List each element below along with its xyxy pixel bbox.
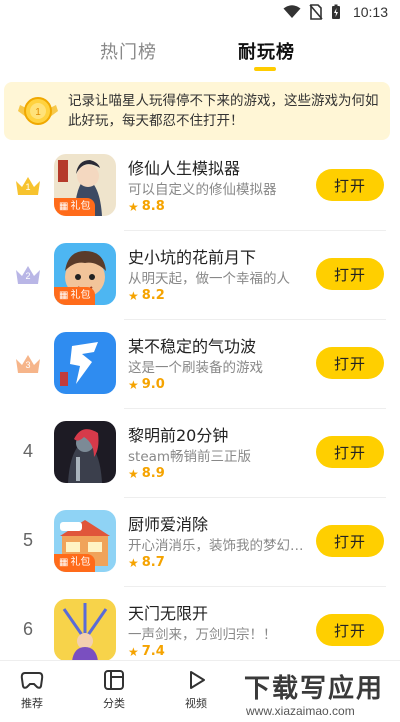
nav-recommend[interactable]: 推荐 bbox=[2, 669, 62, 711]
rank-number: 6 bbox=[22, 619, 33, 639]
gift-badge: ▦ 礼包 bbox=[54, 287, 96, 305]
game-score: ★ 7.4 bbox=[128, 644, 165, 659]
game-title: 黎明前20分钟 bbox=[128, 426, 229, 445]
ranking-tabs: 热门榜 耐玩榜 bbox=[0, 28, 400, 76]
watermark: 下载写应用 www.xiazaimao.com bbox=[244, 674, 385, 718]
svg-text:1: 1 bbox=[35, 107, 41, 118]
gift-badge: ▦ 礼包 bbox=[54, 198, 96, 216]
ranking-banner: 1 记录让喵星人玩得停不下来的游戏，这些游戏为何如此好玩，每天都忍不住打开！ bbox=[4, 82, 390, 140]
list-item[interactable]: 5 ▦ 礼包 厨师爱消除 开心消消乐，装饰我的梦幻餐厅 ★ 8.7 打开 bbox=[0, 498, 400, 587]
no-sim-icon bbox=[309, 4, 323, 20]
swords-hero-icon bbox=[54, 599, 116, 661]
game-score: ★ 8.9 bbox=[128, 466, 165, 481]
game-score: ★ 8.7 bbox=[128, 555, 165, 570]
gift-badge: ▦ 礼包 bbox=[54, 554, 96, 572]
game-title: 某不稳定的气功波 bbox=[128, 337, 257, 356]
battery-icon bbox=[331, 4, 340, 19]
active-tab-indicator bbox=[254, 67, 276, 71]
category-icon bbox=[104, 670, 124, 690]
game-icon[interactable] bbox=[54, 332, 116, 394]
nav-video[interactable]: 视频 bbox=[166, 669, 226, 711]
game-description: 一声剑来，万剑归宗！！ bbox=[128, 627, 277, 643]
game-description: 开心消消乐，装饰我的梦幻餐厅 bbox=[128, 538, 306, 554]
dark-warrior-icon bbox=[54, 421, 116, 483]
gift-icon: ▦ bbox=[59, 557, 69, 568]
gamepad-icon bbox=[20, 672, 44, 689]
open-button[interactable]: 打开 bbox=[316, 258, 384, 290]
wifi-icon bbox=[283, 5, 301, 18]
open-button[interactable]: 打开 bbox=[316, 347, 384, 379]
list-item[interactable]: 2 ▦ 礼包 史小坑的花前月下 从明天起，做一个幸福的人 ★ 8.2 打开 bbox=[0, 231, 400, 320]
game-icon[interactable] bbox=[54, 599, 116, 661]
game-title: 天门无限开 bbox=[128, 604, 209, 623]
rank-number: 5 bbox=[22, 530, 33, 550]
rank-number: 4 bbox=[22, 441, 33, 461]
banner-text: 记录让喵星人玩得停不下来的游戏，这些游戏为何如此好玩，每天都忍不住打开！ bbox=[68, 93, 379, 129]
tab-endurance-ranking[interactable]: 耐玩榜 bbox=[238, 38, 295, 64]
star-icon: ★ bbox=[128, 466, 139, 481]
clock: 10:13 bbox=[352, 4, 388, 20]
star-icon: ★ bbox=[128, 377, 139, 392]
game-icon[interactable]: ▦ 礼包 bbox=[54, 243, 116, 305]
game-score: ★ 8.8 bbox=[128, 199, 165, 214]
star-icon: ★ bbox=[128, 199, 139, 214]
silver-crown-icon: 2 bbox=[14, 264, 42, 286]
gold-crown-icon: 1 bbox=[14, 175, 42, 197]
star-icon: ★ bbox=[128, 644, 139, 659]
game-icon[interactable]: ▦ 礼包 bbox=[54, 154, 116, 216]
game-description: 可以自定义的修仙模拟器 bbox=[128, 182, 277, 198]
bronze-crown-icon: 3 bbox=[14, 353, 42, 375]
open-button[interactable]: 打开 bbox=[316, 525, 384, 557]
star-icon: ★ bbox=[128, 555, 139, 570]
tab-hot-ranking[interactable]: 热门榜 bbox=[100, 38, 157, 64]
game-score: ★ 9.0 bbox=[128, 377, 165, 392]
game-description: steam畅销前三正版 bbox=[128, 449, 252, 465]
game-title: 修仙人生模拟器 bbox=[128, 159, 241, 178]
game-icon[interactable]: ▦ 礼包 bbox=[54, 510, 116, 572]
game-score: ★ 8.2 bbox=[128, 288, 165, 303]
list-item[interactable]: 4 黎明前20分钟 steam畅销前三正版 ★ 8.9 打开 bbox=[0, 409, 400, 498]
gift-icon: ▦ bbox=[59, 201, 69, 212]
status-bar: 10:13 bbox=[0, 0, 400, 24]
medal-icon: 1 bbox=[18, 97, 58, 125]
open-button[interactable]: 打开 bbox=[316, 614, 384, 646]
wave-character-icon bbox=[54, 332, 116, 394]
game-title: 史小坑的花前月下 bbox=[128, 248, 257, 267]
open-button[interactable]: 打开 bbox=[316, 436, 384, 468]
game-icon[interactable] bbox=[54, 421, 116, 483]
list-item[interactable]: 3 某不稳定的气功波 这是一个刷装备的游戏 ★ 9.0 打开 bbox=[0, 320, 400, 409]
nav-category[interactable]: 分类 bbox=[84, 669, 144, 711]
gift-icon: ▦ bbox=[59, 290, 69, 301]
game-title: 厨师爱消除 bbox=[128, 515, 209, 534]
game-description: 这是一个刷装备的游戏 bbox=[128, 360, 263, 376]
star-icon: ★ bbox=[128, 288, 139, 303]
list-item[interactable]: 1 ▦ 礼包 修仙人生模拟器 可以自定义的修仙模拟器 ★ 8.8 打开 bbox=[0, 142, 400, 231]
game-description: 从明天起，做一个幸福的人 bbox=[128, 271, 290, 287]
open-button[interactable]: 打开 bbox=[316, 169, 384, 201]
play-icon bbox=[190, 671, 205, 689]
